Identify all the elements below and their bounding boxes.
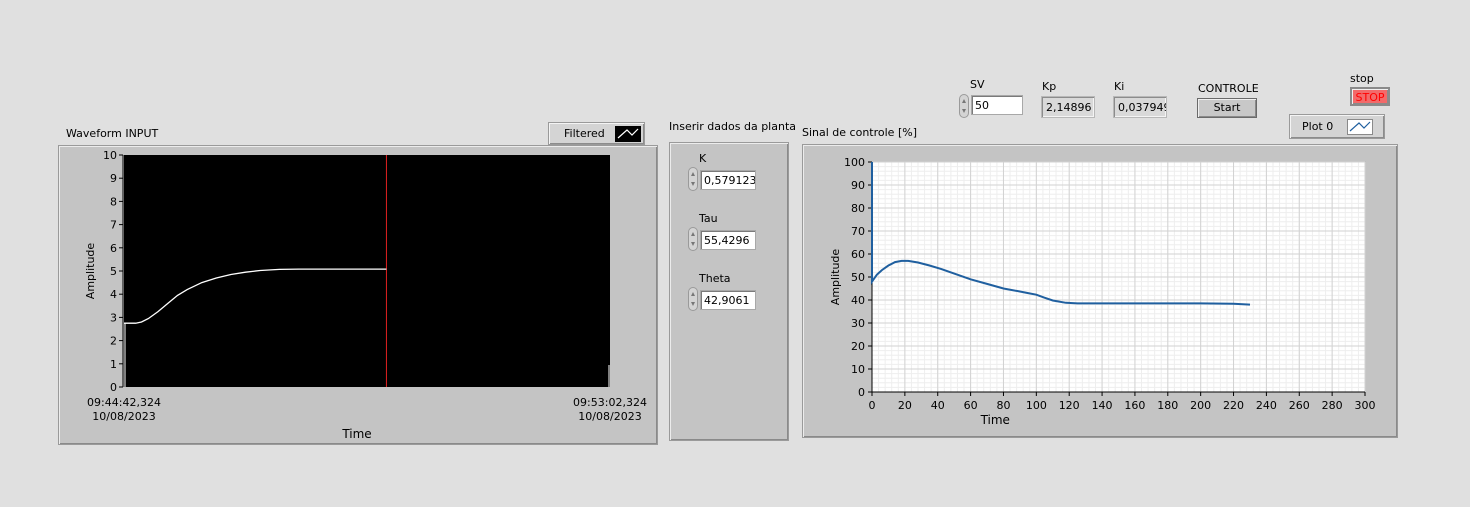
waveform-y-tick-label: 7 <box>110 219 117 232</box>
waveform-x-start-time: 09:44:42,324 <box>87 396 161 409</box>
plot0-legend[interactable]: Plot 0 <box>1289 114 1385 139</box>
waveform-y-tick-label: 9 <box>110 172 117 185</box>
waveform-y-tick-label: 2 <box>110 335 117 348</box>
waveform-y-tick-label: 5 <box>110 265 117 278</box>
control-y-axis-label: Amplitude <box>829 249 842 306</box>
control-graph[interactable]: 0 20 40 60 80 100 120 140 160 180 200 220 240 260 280 3… <box>802 144 1398 438</box>
waveform-y-tick-label: 10 <box>103 149 117 162</box>
control-x-tick-label: 180 <box>1157 399 1178 412</box>
waveform-x-start-date: 10/08/2023 <box>92 410 155 423</box>
control-x-tick-label: 0 <box>869 399 876 412</box>
tau-spin-arrows[interactable] <box>688 227 698 251</box>
ki-indicator: 0,037949 <box>1113 96 1167 118</box>
sv-label: SV <box>970 78 985 91</box>
waveform-x-axis-label: Time <box>341 427 371 441</box>
kp-indicator: 2,14896 <box>1041 96 1095 118</box>
stop-button[interactable]: STOP <box>1350 87 1390 106</box>
control-y-tick-label: 50 <box>851 271 865 284</box>
control-x-tick-label: 220 <box>1223 399 1244 412</box>
control-y-tick-label: 20 <box>851 340 865 353</box>
plot0-legend-label: Plot 0 <box>1302 120 1334 133</box>
tau-input[interactable]: 55,4296 <box>700 230 756 250</box>
theta-input[interactable]: 42,9061 <box>700 290 756 310</box>
control-x-tick-label: 40 <box>931 399 945 412</box>
control-x-tick-label: 240 <box>1256 399 1277 412</box>
waveform-x-end-date: 10/08/2023 <box>578 410 641 423</box>
sv-spin-arrows[interactable] <box>959 94 969 118</box>
control-y-tick-label: 100 <box>844 156 865 169</box>
control-x-tick-label: 20 <box>898 399 912 412</box>
control-y-tick-label: 80 <box>851 202 865 215</box>
control-x-tick-label: 100 <box>1026 399 1047 412</box>
control-y-tick-label: 70 <box>851 225 865 238</box>
waveform-y-tick-label: 0 <box>110 381 117 394</box>
control-y-tick-label: 60 <box>851 248 865 261</box>
control-x-tick-label: 280 <box>1322 399 1343 412</box>
waveform-y-tick-label: 8 <box>110 195 117 208</box>
sv-input[interactable]: 50 <box>971 95 1023 115</box>
waveform-y-tick-label: 3 <box>110 311 117 324</box>
k-label: K <box>699 152 707 165</box>
line-style-swatch-icon <box>615 126 641 142</box>
tau-label: Tau <box>699 212 718 225</box>
start-button[interactable]: Start <box>1197 98 1257 118</box>
waveform-graph[interactable]: 012345678910Amplitude09:44:42,32410/08/2… <box>58 145 658 445</box>
waveform-y-tick-label: 1 <box>110 358 117 371</box>
control-x-tick-label: 260 <box>1289 399 1310 412</box>
k-spin-arrows[interactable] <box>688 167 698 191</box>
control-x-tick-label: 300 <box>1355 399 1376 412</box>
control-x-tick-label: 60 <box>964 399 978 412</box>
plant-panel-title: Inserir dados da planta <box>669 120 796 133</box>
control-y-tick-label: 40 <box>851 294 865 307</box>
control-x-tick-label: 140 <box>1092 399 1113 412</box>
control-y-tick-label: 90 <box>851 179 865 192</box>
filtered-legend[interactable]: Filtered <box>548 122 645 145</box>
control-x-tick-label: 120 <box>1059 399 1080 412</box>
kp-label: Kp <box>1042 80 1057 93</box>
waveform-y-axis-label: Amplitude <box>84 243 97 300</box>
waveform-title: Waveform INPUT <box>66 127 159 140</box>
k-input[interactable]: 0,579123 <box>700 170 756 190</box>
control-graph-title: Sinal de controle [%] <box>802 126 917 139</box>
line-style-swatch-icon <box>1347 119 1373 135</box>
stop-label: stop <box>1350 72 1374 85</box>
control-x-tick-label: 80 <box>996 399 1010 412</box>
control-x-tick-label: 160 <box>1124 399 1145 412</box>
waveform-x-end-time: 09:53:02,324 <box>573 396 647 409</box>
filtered-legend-label: Filtered <box>564 127 605 140</box>
theta-label: Theta <box>699 272 731 285</box>
waveform-y-tick-label: 6 <box>110 242 117 255</box>
controle-label: CONTROLE <box>1198 82 1259 95</box>
waveform-plot-area <box>124 155 610 387</box>
ki-label: Ki <box>1114 80 1125 93</box>
theta-spin-arrows[interactable] <box>688 287 698 311</box>
waveform-y-tick-label: 4 <box>110 288 117 301</box>
control-y-tick-label: 0 <box>858 386 865 399</box>
control-y-tick-label: 10 <box>851 363 865 376</box>
control-y-tick-label: 30 <box>851 317 865 330</box>
control-x-tick-label: 200 <box>1190 399 1211 412</box>
control-x-axis-label: Time <box>980 413 1010 427</box>
